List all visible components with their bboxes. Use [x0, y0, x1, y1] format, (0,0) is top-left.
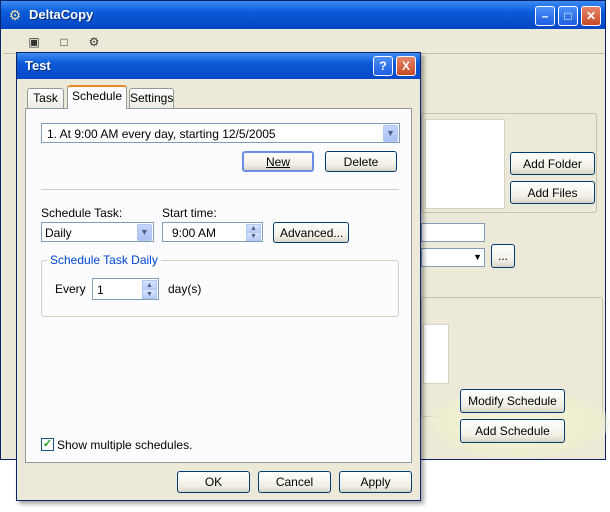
show-multiple-label[interactable]: Show multiple schedules. — [57, 438, 192, 452]
new-button-label: New — [265, 154, 290, 169]
main-titlebar[interactable]: ⚙ DeltaCopy – □ ✕ — [1, 1, 605, 29]
app-gear-icon: ⚙ — [8, 7, 22, 23]
maximize-icon: □ — [564, 9, 572, 23]
path-field[interactable] — [421, 223, 485, 242]
schedule-task-select[interactable]: Daily ▼ — [41, 222, 154, 242]
start-time-field[interactable]: 9:00 AM ▲ ▼ — [162, 222, 263, 242]
modify-schedule-button[interactable]: Modify Schedule — [460, 389, 565, 413]
every-days-field[interactable]: 1 ▲ ▼ — [92, 278, 159, 300]
main-toolbar: ▣ □ ⚙ — [3, 31, 605, 54]
cancel-button[interactable]: Cancel — [258, 471, 331, 493]
advanced-button[interactable]: Advanced... — [273, 222, 349, 243]
dialog-title: Test — [25, 58, 51, 73]
close-icon: X — [401, 59, 410, 73]
start-time-value: 9:00 AM — [172, 226, 217, 240]
days-label: day(s) — [168, 282, 202, 296]
ok-button[interactable]: OK — [177, 471, 250, 493]
chevron-down-icon: ▼ — [473, 252, 482, 262]
maximize-button[interactable]: □ — [558, 6, 578, 26]
schedule-daily-title: Schedule Task Daily — [47, 253, 161, 267]
main-window-title: DeltaCopy — [29, 7, 94, 22]
show-multiple-checkbox[interactable]: ✓ — [41, 438, 54, 451]
tab-settings[interactable]: Settings — [129, 88, 174, 108]
dialog-close-button[interactable]: X — [396, 56, 416, 76]
test-dialog: Test ? X Task Schedule Settings 1. At 9:… — [16, 52, 421, 501]
add-schedule-button[interactable]: Add Schedule — [460, 419, 565, 443]
schedule-task-value: Daily — [45, 226, 72, 240]
help-icon: ? — [379, 59, 387, 73]
schedule-select[interactable]: 1. At 9:00 AM every day, starting 12/5/2… — [41, 123, 400, 143]
schedule-select-value: 1. At 9:00 AM every day, starting 12/5/2… — [47, 127, 276, 141]
start-time-label: Start time: — [162, 206, 217, 220]
schedule-tab-panel: 1. At 9:00 AM every day, starting 12/5/2… — [25, 108, 412, 463]
add-folder-button[interactable]: Add Folder — [510, 152, 595, 175]
checkmark-icon: ✓ — [42, 438, 53, 450]
spin-down-icon[interactable]: ▼ — [246, 232, 261, 241]
spin-down-icon[interactable]: ▼ — [142, 289, 157, 299]
close-button[interactable]: ✕ — [581, 6, 601, 26]
document-icon[interactable]: □ — [57, 35, 71, 49]
schedule-list[interactable] — [423, 324, 449, 384]
minimize-button[interactable]: – — [535, 6, 555, 26]
target-select[interactable]: ▼ — [421, 248, 485, 267]
minimize-icon: – — [541, 9, 549, 23]
chevron-down-icon[interactable]: ▼ — [383, 125, 398, 142]
tab-task[interactable]: Task — [27, 88, 64, 108]
apply-button[interactable]: Apply — [339, 471, 412, 493]
browse-button[interactable]: ... — [491, 244, 515, 268]
chevron-down-icon[interactable]: ▼ — [137, 224, 152, 241]
settings-icon[interactable]: ⚙ — [87, 35, 101, 49]
help-button[interactable]: ? — [373, 56, 393, 76]
new-profile-icon[interactable]: ▣ — [27, 35, 41, 49]
add-files-button[interactable]: Add Files — [510, 181, 595, 204]
close-icon: ✕ — [585, 9, 597, 23]
separator — [41, 189, 399, 190]
delete-button[interactable]: Delete — [325, 151, 397, 172]
every-label: Every — [55, 282, 86, 296]
dialog-titlebar[interactable]: Test ? X — [17, 53, 420, 79]
new-button[interactable]: New — [242, 151, 314, 172]
schedule-task-label: Schedule Task: — [41, 206, 123, 220]
every-days-value: 1 — [97, 283, 104, 297]
source-list[interactable] — [425, 119, 505, 209]
tab-schedule[interactable]: Schedule — [67, 85, 127, 109]
